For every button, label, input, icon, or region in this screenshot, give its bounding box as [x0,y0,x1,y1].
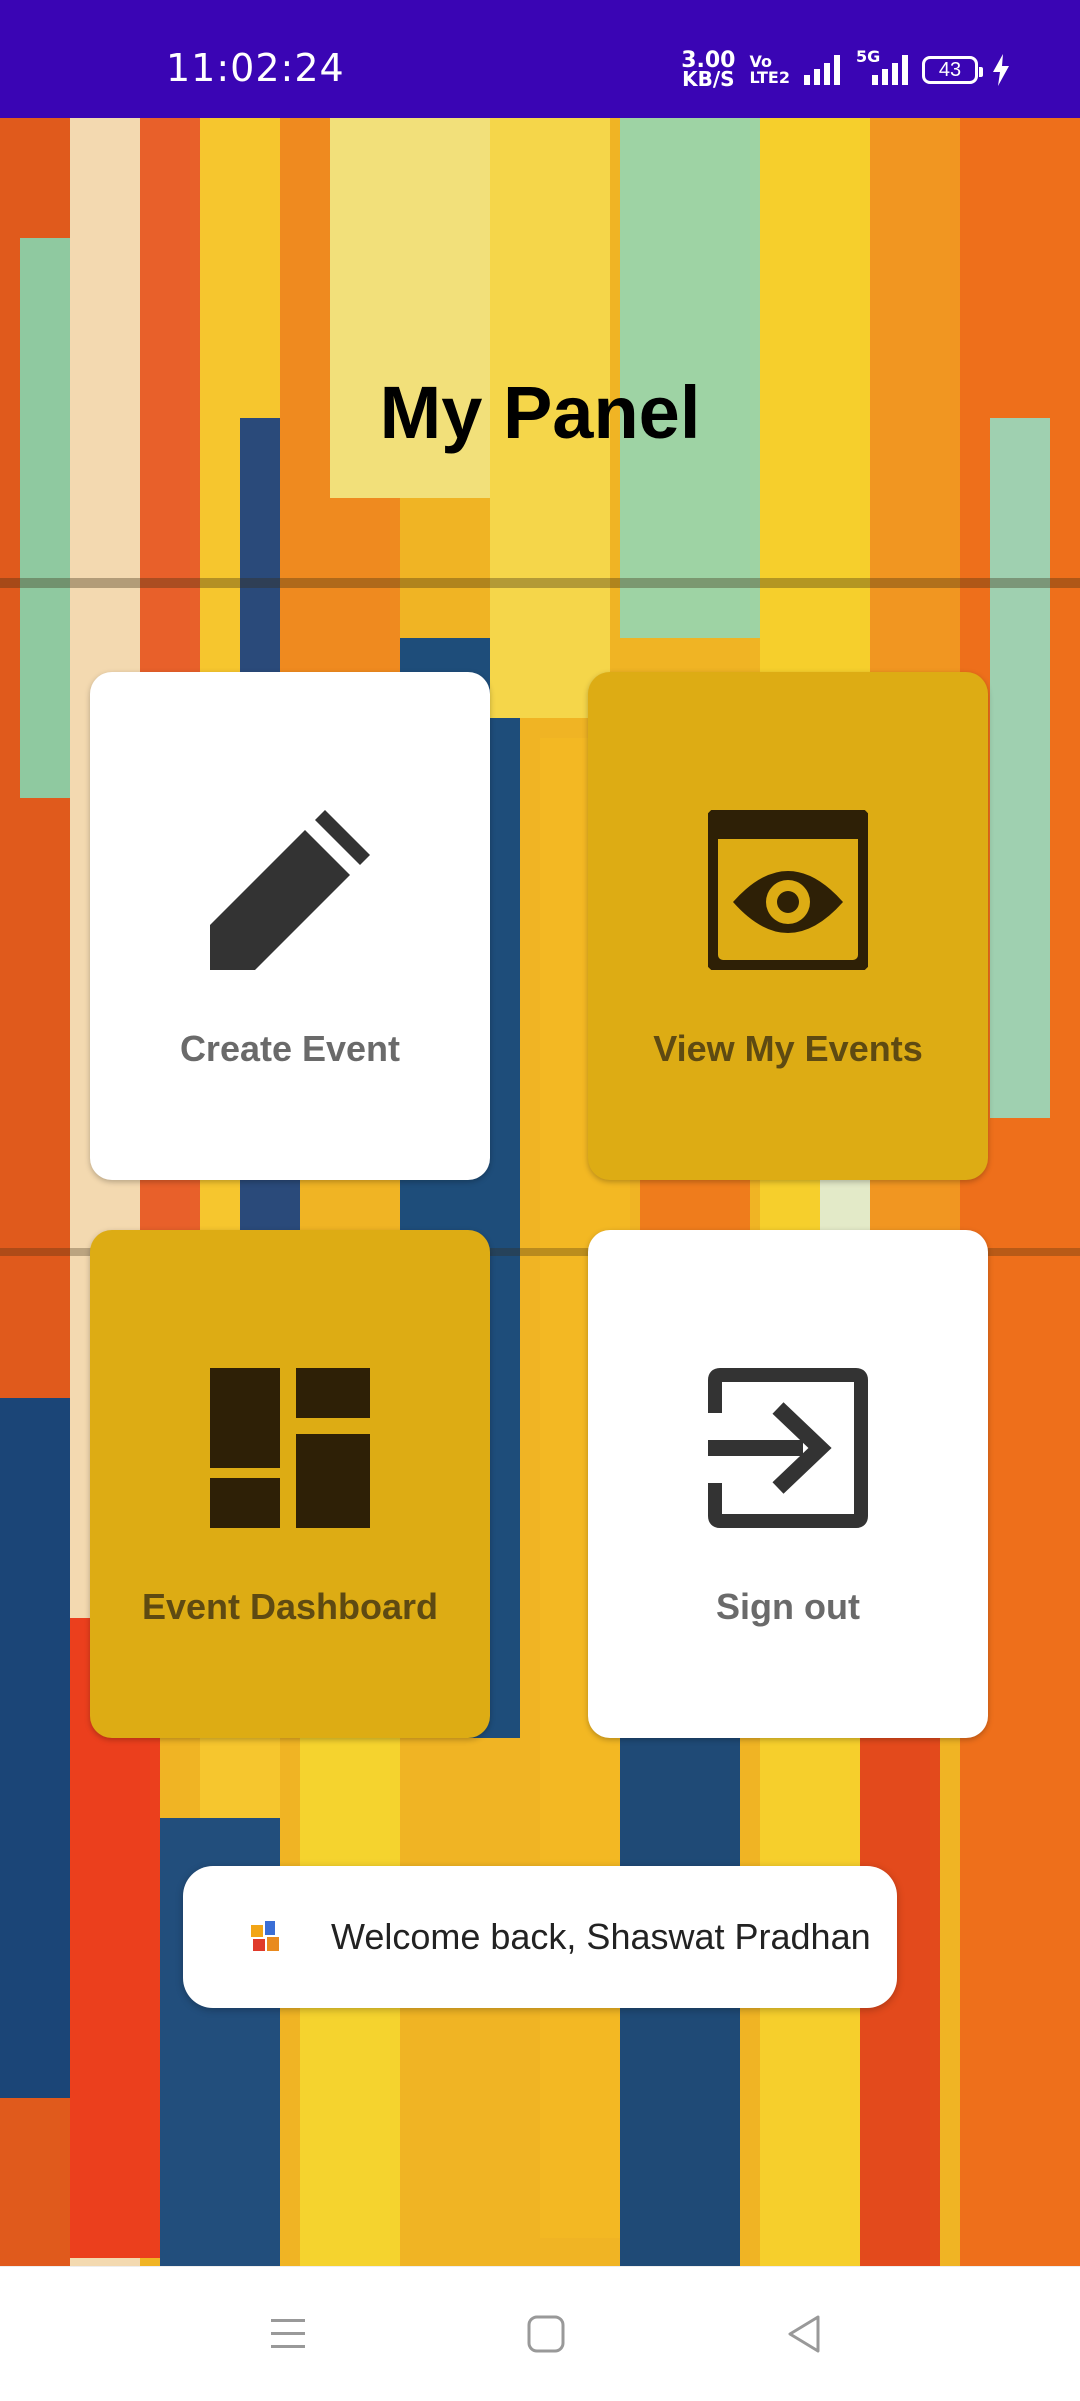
status-time: 11:02:24 [166,46,345,90]
signal-5g-icon: 5G [854,47,908,85]
welcome-message: Welcome back, Shaswat Pradhan [331,1916,871,1957]
battery-icon: 43 [922,56,983,84]
home-icon[interactable] [523,2311,569,2357]
menu-icon[interactable] [265,2311,311,2357]
page-title: My Panel [379,371,701,454]
eye-window-icon [708,810,868,970]
back-icon[interactable] [782,2311,828,2357]
dashboard-icon [210,1368,370,1528]
net-speed-unit: KB/S [682,67,735,91]
system-nav-bar [0,2266,1080,2401]
view-my-events-button[interactable]: View My Events [588,672,988,1180]
sign-out-icon [708,1368,868,1528]
volte-bottom: LTE2 [749,68,790,87]
status-bar: 11:02:24 3.00 KB/S Vo LTE2 5G 43 [0,0,1080,118]
event-dashboard-label: Event Dashboard [141,1586,439,1627]
sign-out-label: Sign out [716,1586,860,1627]
battery-level: 43 [938,58,962,81]
volte-icon: Vo LTE2 [749,54,790,86]
charging-icon [993,54,1009,86]
net-speed: 3.00 KB/S [681,50,735,91]
signal-icon [804,55,840,85]
pencil-icon [210,810,370,970]
network-type: 5G [856,47,881,66]
app-icon [247,1919,281,1953]
status-icons: 3.00 KB/S Vo LTE2 5G 43 [681,47,1010,92]
welcome-toast: Welcome back, Shaswat Pradhan [183,1866,897,2008]
create-event-button[interactable]: Create Event [90,672,490,1180]
create-event-label: Create Event [179,1028,401,1069]
event-dashboard-button[interactable]: Event Dashboard [90,1230,490,1738]
sign-out-button[interactable]: Sign out [588,1230,988,1738]
view-my-events-label: View My Events [653,1028,923,1069]
